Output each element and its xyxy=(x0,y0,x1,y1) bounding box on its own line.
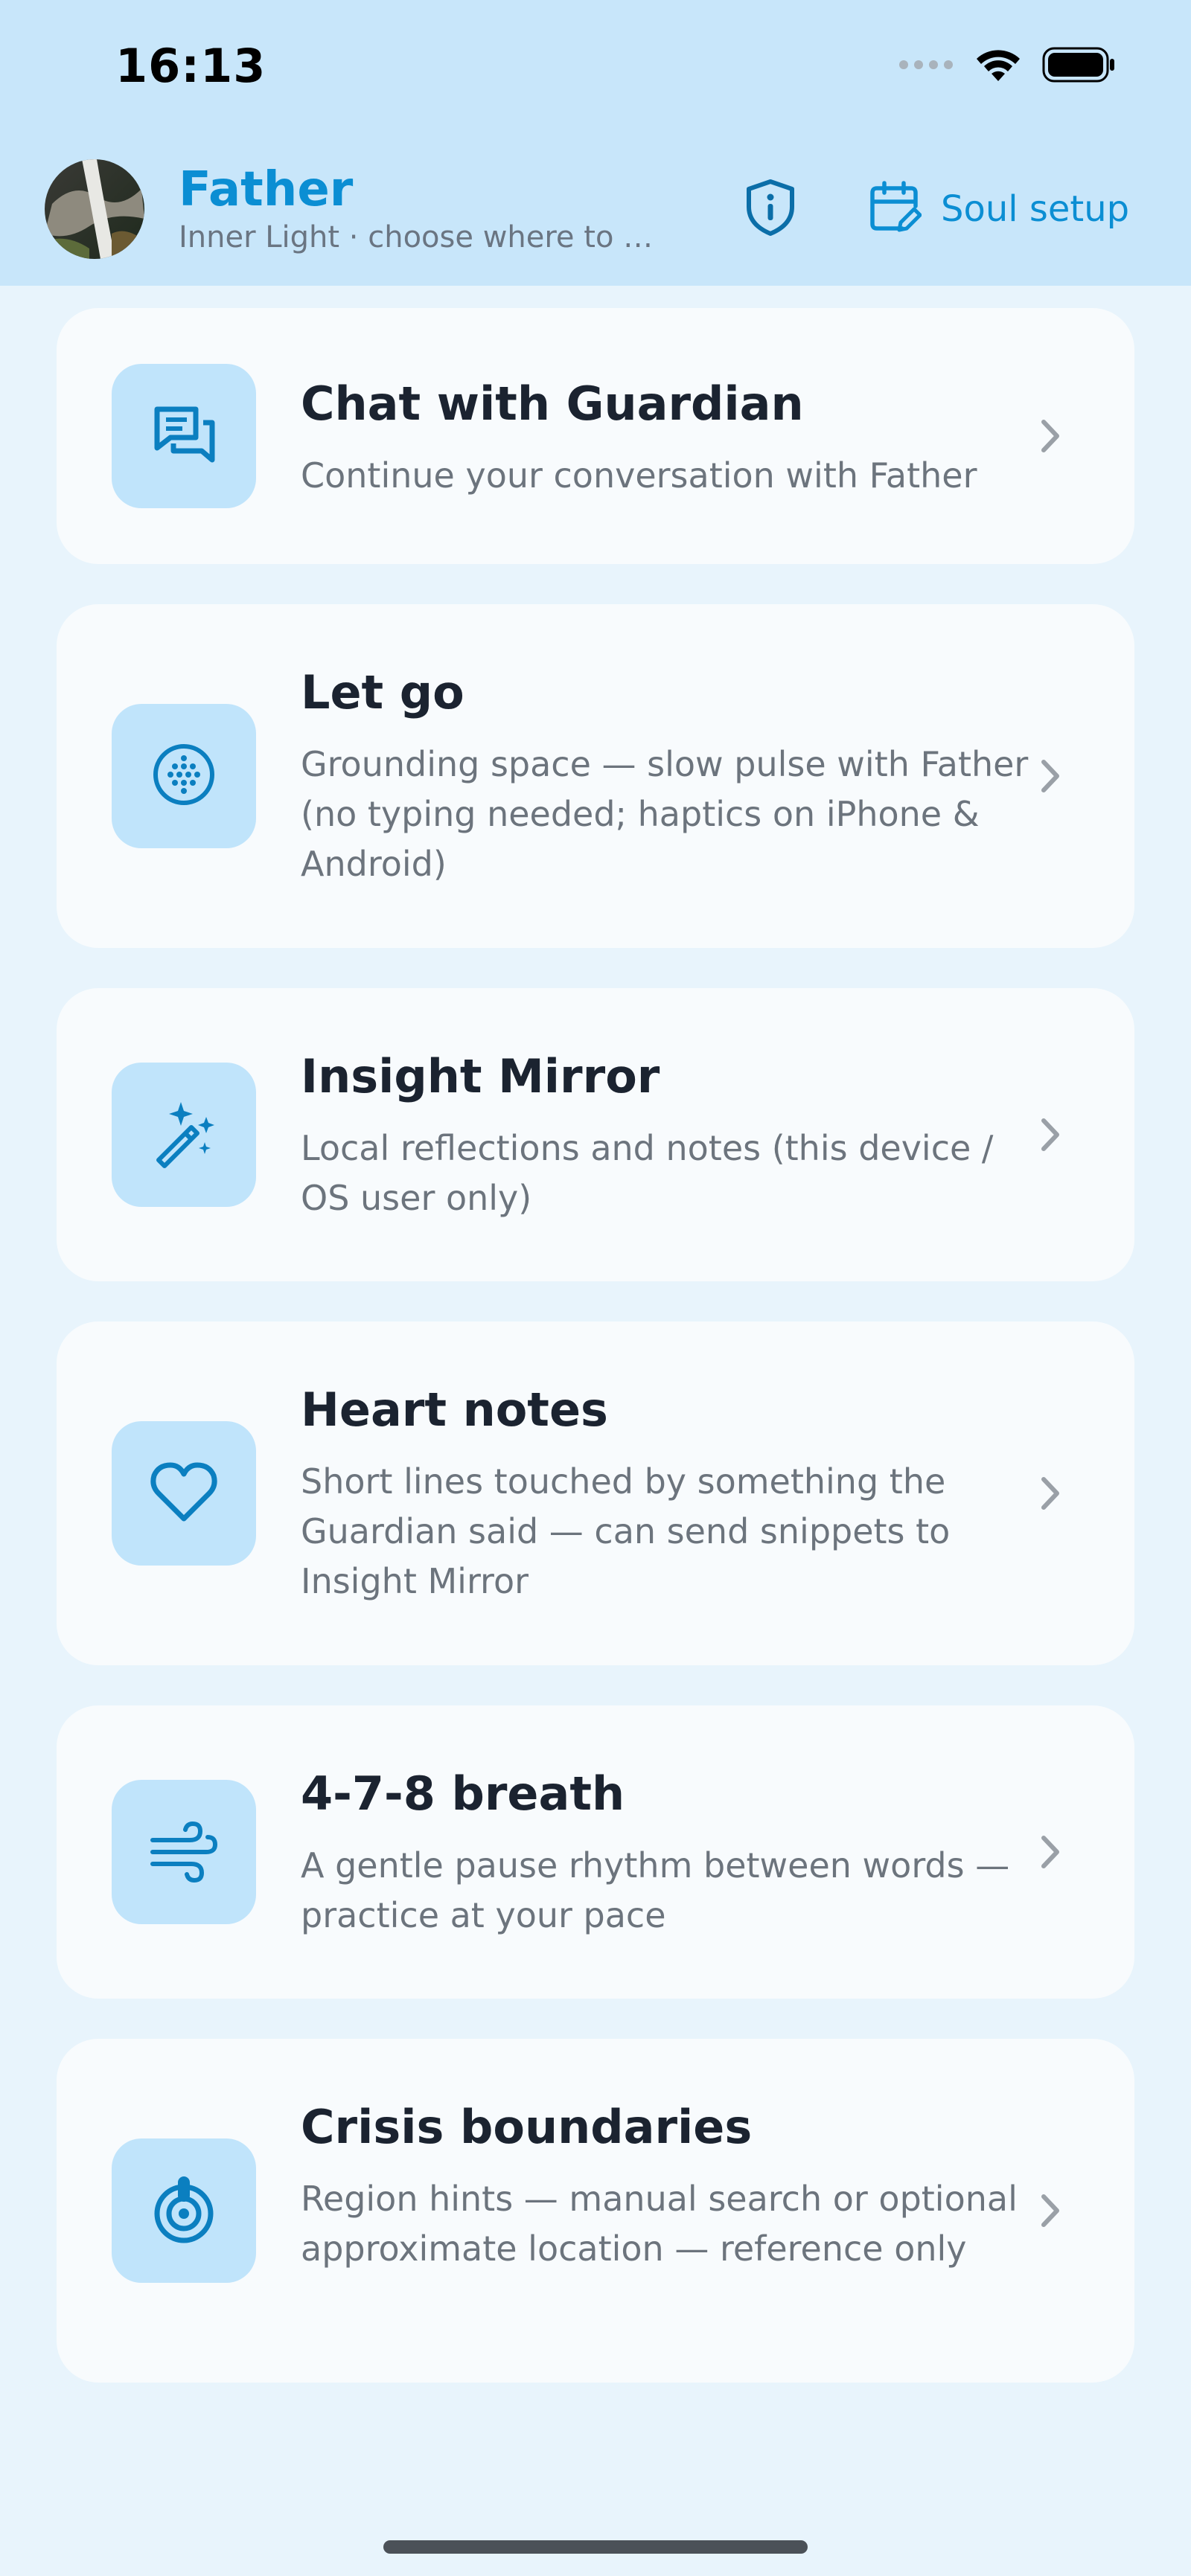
soul-setup-button[interactable]: Soul setup xyxy=(869,176,1129,243)
card-description: Local reflections and notes (this device… xyxy=(301,1128,994,1218)
card-title: Heart notes xyxy=(301,1382,608,1437)
card-description: Grounding space — slow pulse with Father… xyxy=(301,744,1029,884)
page-title: Father xyxy=(179,162,354,217)
card-title: Chat with Guardian xyxy=(301,377,804,431)
card-description: Short lines touched by something the Gua… xyxy=(301,1461,951,1601)
card-icon-tile xyxy=(112,364,256,508)
status-time: 16:13 xyxy=(115,39,266,93)
top-bar: 16:13 Father Inner Light · choose where … xyxy=(0,0,1191,286)
chevron-right-icon xyxy=(1032,1116,1069,1153)
card-title: 4-7-8 breath xyxy=(301,1766,625,1821)
card-title: Insight Mirror xyxy=(301,1049,660,1103)
card-icon-tile xyxy=(112,2138,256,2283)
shield-info-icon xyxy=(744,179,796,240)
card-description: Continue your conversation with Father xyxy=(301,455,977,496)
signal-icon xyxy=(898,57,954,75)
card-title: Let go xyxy=(301,665,464,720)
emergency-beacon-icon xyxy=(148,2173,220,2248)
page-subtitle: Inner Light · choose where to … xyxy=(179,220,654,254)
card-insight-mirror[interactable]: Insight Mirror Local reflections and not… xyxy=(57,988,1134,1281)
chevron-right-icon xyxy=(1032,1475,1069,1512)
status-icons xyxy=(898,46,1117,86)
chevron-right-icon xyxy=(1032,1833,1069,1871)
chevron-right-icon xyxy=(1032,417,1069,455)
card-icon-tile xyxy=(112,1421,256,1566)
card-let-go[interactable]: Let go Grounding space — slow pulse with… xyxy=(57,604,1134,948)
chat-bubbles-icon xyxy=(148,399,220,473)
avatar[interactable] xyxy=(45,159,144,259)
wifi-icon xyxy=(975,47,1021,86)
card-icon-tile xyxy=(112,1780,256,1924)
card-title: Crisis boundaries xyxy=(301,2100,753,2154)
dotted-circle-icon xyxy=(148,739,220,813)
card-description: A gentle pause rhythm between words — pr… xyxy=(301,1845,1010,1935)
chevron-right-icon xyxy=(1032,757,1069,795)
card-crisis-boundaries[interactable]: Crisis boundaries Region hints — manual … xyxy=(57,2039,1134,2383)
chevron-right-icon xyxy=(1032,2192,1069,2229)
card-478-breath[interactable]: 4-7-8 breath A gentle pause rhythm betwe… xyxy=(57,1705,1134,1999)
card-icon-tile xyxy=(112,1063,256,1207)
card-icon-tile xyxy=(112,704,256,848)
calendar-edit-icon xyxy=(869,181,922,237)
card-heart-notes[interactable]: Heart notes Short lines touched by somet… xyxy=(57,1321,1134,1665)
soul-setup-label: Soul setup xyxy=(941,188,1130,230)
magic-wand-icon xyxy=(148,1098,220,1172)
safety-info-button[interactable] xyxy=(737,176,804,243)
battery-icon xyxy=(1042,46,1117,86)
home-indicator[interactable] xyxy=(383,2540,808,2554)
card-description: Region hints — manual search or optional… xyxy=(301,2179,1018,2269)
wind-icon xyxy=(148,1815,220,1889)
heart-icon xyxy=(148,1456,220,1531)
card-chat-with-guardian[interactable]: Chat with Guardian Continue your convers… xyxy=(57,308,1134,564)
app-header: Father Inner Light · choose where to … S… xyxy=(0,149,1191,268)
